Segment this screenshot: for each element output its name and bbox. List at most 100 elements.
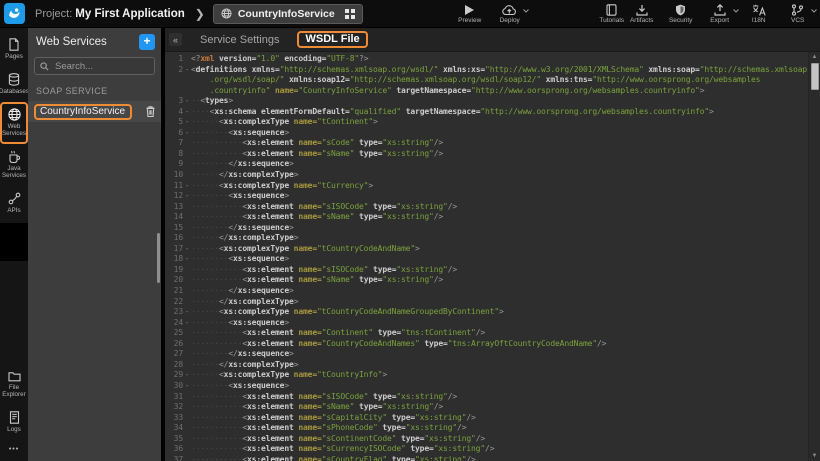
left-sidebar: Pages Databases Web ServicesJava ServicesA…: [0, 28, 28, 461]
code-line: 9········</xs:sequence>: [165, 159, 808, 170]
export-icon: [714, 3, 726, 16]
tutorials-button[interactable]: Tutorials: [597, 3, 627, 24]
chevron-down-icon[interactable]: [733, 9, 739, 13]
sidebar-item-databases[interactable]: Databases: [0, 67, 28, 102]
fold-gutter: [183, 212, 191, 223]
code-line: 4-····<xs:schema elementFormDefault="qua…: [165, 107, 808, 118]
sidebar-item-label: File Explorer: [2, 384, 26, 398]
fold-marker-icon[interactable]: -: [183, 318, 191, 329]
service-name[interactable]: CountryInfoService: [34, 104, 132, 120]
code-text: ········</xs:sequence>: [191, 159, 808, 170]
code-line: 33···········<xs:element name="sCapitalC…: [165, 413, 808, 424]
line-number: 23: [165, 307, 183, 318]
line-number: 8: [165, 149, 183, 160]
search-input[interactable]: [53, 60, 149, 73]
code-text: ······<xs:complexType name="tCountryCode…: [191, 307, 808, 318]
topbar-tools-left: Preview Deploy: [455, 3, 525, 24]
fold-marker-icon[interactable]: -: [183, 117, 191, 128]
tab-service-settings[interactable]: Service Settings: [200, 34, 279, 46]
fold-marker-icon[interactable]: -: [183, 107, 191, 118]
fold-marker-icon[interactable]: -: [183, 128, 191, 139]
code-line: 24-········<xs:sequence>: [165, 318, 808, 329]
code-line: 5-······<xs:complexType name="tContinent…: [165, 117, 808, 128]
chevron-down-icon[interactable]: [523, 9, 529, 13]
sidebar-item-logs[interactable]: Logs: [0, 405, 28, 440]
collapse-panel-button[interactable]: «: [169, 33, 182, 46]
code-text: ······<xs:complexType name="tCountryInfo…: [191, 370, 808, 381]
line-number: 11: [165, 181, 183, 192]
export-label: Export: [710, 17, 729, 24]
scroll-up-icon[interactable]: ▲: [812, 52, 818, 62]
code-text: ···········<xs:element name="sCurrencyIS…: [191, 444, 808, 455]
vcs-label: VCS: [791, 17, 804, 24]
sidebar-item-label: Pages: [5, 53, 23, 60]
sidebar-item-apis[interactable]: APIs: [0, 186, 28, 221]
editor-scrollbar[interactable]: ▲ ▼: [808, 52, 820, 461]
fold-marker-icon[interactable]: -: [183, 181, 191, 192]
fold-marker-icon[interactable]: -: [183, 381, 191, 392]
code-text: ······<xs:complexType name="tContinent">: [191, 117, 808, 128]
fold-marker-icon[interactable]: -: [183, 307, 191, 318]
fold-gutter: [183, 444, 191, 455]
code-line: 30-········<xs:sequence>: [165, 381, 808, 392]
fold-gutter: [183, 360, 191, 371]
code-text: ······<xs:complexType name="tCountryCode…: [191, 244, 808, 255]
code-text: <?xml version="1.0" encoding="UTF-8"?>: [191, 54, 808, 65]
fold-marker-icon[interactable]: -: [183, 191, 191, 202]
sidebar-item-web-services[interactable]: Web Services: [0, 102, 28, 144]
line-number: 1: [165, 54, 183, 65]
scrollbar-thumb[interactable]: [811, 63, 819, 90]
fold-gutter: [183, 286, 191, 297]
service-tab[interactable]: CountryInfoService: [213, 4, 363, 24]
chevron-down-icon[interactable]: [811, 9, 817, 13]
grid-icon[interactable]: [345, 9, 355, 19]
pages-icon: [8, 38, 20, 51]
panel-scrollbar-thumb[interactable]: [157, 233, 160, 283]
vcs-button[interactable]: VCS: [783, 3, 813, 24]
fold-marker-icon[interactable]: -: [183, 254, 191, 265]
fold-gutter: [183, 434, 191, 445]
wavemaker-logo-icon[interactable]: [4, 3, 25, 24]
app-window: Project:My First Application ❯ CountryIn…: [0, 0, 820, 461]
i18n-button[interactable]: I18N: [744, 3, 774, 24]
fold-marker-icon[interactable]: -: [183, 370, 191, 381]
code-text: ····<xs:schema elementFormDefault="quali…: [191, 107, 808, 118]
deploy-button[interactable]: Deploy: [495, 3, 525, 24]
java-services-icon: [8, 150, 20, 163]
service-search[interactable]: [34, 57, 155, 75]
code-line: 26···········<xs:element name="CountryCo…: [165, 339, 808, 350]
more-options-button[interactable]: •••: [0, 440, 28, 459]
sidebar-item-file-explorer[interactable]: File Explorer: [0, 365, 28, 405]
web-services-icon: [8, 108, 21, 121]
tab-wsdl-file[interactable]: WSDL File: [297, 31, 367, 48]
code-text: ···········<xs:element name="sCode" type…: [191, 138, 808, 149]
add-service-button[interactable]: +: [139, 34, 155, 50]
artifacts-label: Artifacts: [630, 17, 653, 24]
line-number: 3: [165, 96, 183, 107]
chevron-right-icon[interactable]: ❯: [195, 7, 205, 21]
fold-gutter: [183, 265, 191, 276]
fold-marker-icon[interactable]: -: [183, 244, 191, 255]
fold-marker-icon[interactable]: -: [183, 96, 191, 107]
code-line: 3-··<types>: [165, 96, 808, 107]
service-list-item[interactable]: CountryInfoService: [28, 101, 161, 122]
line-number: 18: [165, 254, 183, 265]
sidebar-item-java-services[interactable]: Java Services: [0, 144, 28, 186]
security-button[interactable]: Security: [666, 3, 696, 24]
sidebar-item-label: Databases: [0, 88, 29, 95]
preview-button[interactable]: Preview: [455, 3, 485, 24]
artifacts-button[interactable]: Artifacts: [627, 3, 657, 24]
line-number: 32: [165, 402, 183, 413]
delete-service-icon[interactable]: [146, 106, 155, 117]
tutorials-icon: [606, 3, 617, 16]
sidebar-item-pages[interactable]: Pages: [0, 32, 28, 67]
scroll-down-icon[interactable]: ▼: [812, 451, 818, 461]
code-line: 35···········<xs:element name="sContinen…: [165, 434, 808, 445]
logs-icon: [9, 411, 20, 424]
security-label: Security: [669, 17, 692, 24]
export-button[interactable]: Export: [705, 3, 735, 24]
line-number: 10: [165, 170, 183, 181]
code-line: .org/wsdl/soap/" xmlns:soap12="http://sc…: [165, 75, 808, 86]
fold-marker-icon[interactable]: -: [183, 65, 191, 76]
code-area[interactable]: 1 <?xml version="1.0" encoding="UTF-8"?> 2…: [165, 52, 808, 461]
